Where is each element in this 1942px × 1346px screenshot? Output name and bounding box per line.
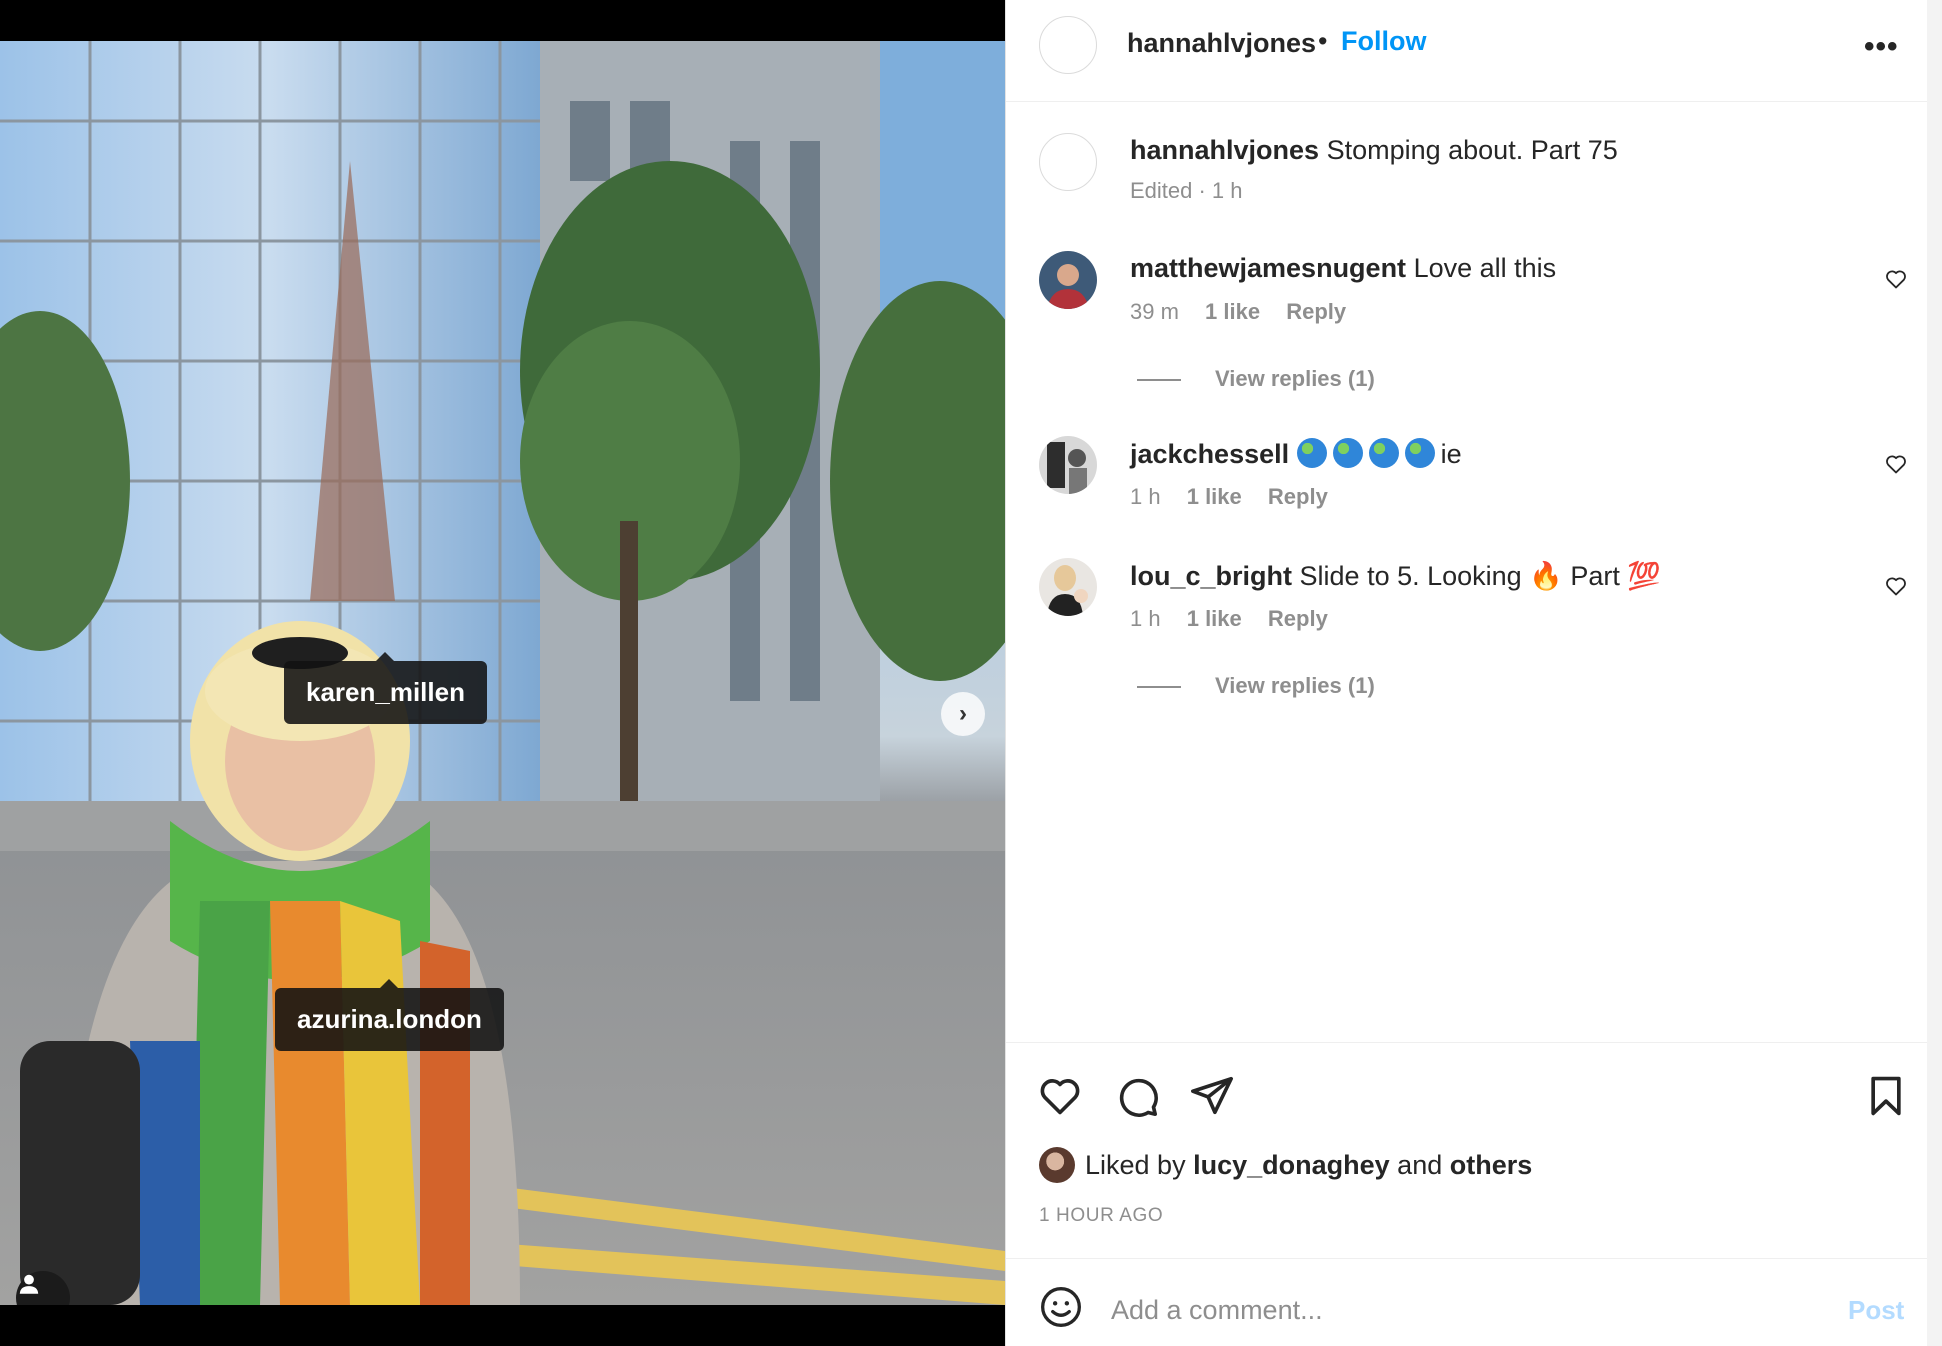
globe-emoji-icon <box>1404 438 1435 468</box>
caption-meta: Edited · 1 h <box>1130 178 1243 203</box>
heart-icon[interactable] <box>1884 452 1908 476</box>
comment-time: 1 h <box>1130 484 1161 509</box>
caption-username[interactable]: hannahlvjones <box>1130 135 1319 165</box>
post-actions: Liked by lucy_donaghey and others 1 HOUR… <box>1006 1042 1928 1258</box>
tag-label: azurina.london <box>297 1004 482 1034</box>
replies-line <box>1137 379 1181 381</box>
comment-meta: 1 h 1 like Reply <box>1130 606 1348 632</box>
commenter-avatar[interactable] <box>1039 251 1097 309</box>
globe-emoji-icon <box>1296 438 1327 468</box>
liker-avatar[interactable] <box>1039 1147 1075 1183</box>
comment-body: Slide to 5. Looking <box>1299 561 1522 591</box>
product-tag-karen-millen[interactable]: karen_millen <box>284 652 487 724</box>
likes-middle: and <box>1397 1149 1443 1180</box>
comment-text: lou_c_bright Slide to 5. Looking 🔥 Part … <box>1130 560 1661 592</box>
commenter-username[interactable]: lou_c_bright <box>1130 561 1292 591</box>
caption-text: hannahlvjones Stomping about. Part 75 <box>1130 135 1618 166</box>
comment-body: ie <box>1440 439 1462 469</box>
view-replies-button[interactable]: View replies (1) <box>1137 673 1375 699</box>
comment-text: jackchessell ie <box>1130 438 1462 470</box>
comment-bubble-icon[interactable] <box>1114 1073 1160 1119</box>
add-comment-bar: Add a comment... Post <box>1006 1258 1928 1346</box>
author-username[interactable]: hannahlvjones <box>1127 28 1316 59</box>
globe-emoji-icon <box>1368 438 1399 468</box>
comment-meta: 1 h 1 like Reply <box>1130 484 1348 510</box>
bookmark-icon[interactable] <box>1864 1073 1908 1119</box>
globe-emoji-icon <box>1332 438 1363 468</box>
heart-icon[interactable] <box>1884 574 1908 598</box>
post-photo[interactable]: karen_millen azurina.london › <box>0 41 1005 1305</box>
commenter-username[interactable]: matthewjamesnugent <box>1130 253 1406 283</box>
caption-body: Stomping about. Part 75 <box>1326 135 1618 165</box>
likes-others-link[interactable]: others <box>1450 1150 1533 1181</box>
hundred-emoji-icon: 💯 <box>1627 561 1662 591</box>
commenter-username[interactable]: jackchessell <box>1130 439 1289 469</box>
post-details-panel: hannahlvjones • Follow ••• hannahlvjones… <box>1005 0 1928 1346</box>
share-paper-plane-icon[interactable] <box>1189 1073 1235 1119</box>
reply-button[interactable]: Reply <box>1268 484 1328 509</box>
comment-text: matthewjamesnugent Love all this <box>1130 253 1556 284</box>
person-icon <box>19 1274 39 1294</box>
liker-username[interactable]: lucy_donaghey <box>1193 1150 1390 1181</box>
emoji-smile-icon[interactable] <box>1039 1285 1083 1329</box>
avatar-photo <box>1039 436 1097 494</box>
comment-time: 1 h <box>1130 606 1161 631</box>
commenter-avatar[interactable] <box>1039 436 1097 494</box>
post-time: 1 HOUR AGO <box>1039 1205 1164 1226</box>
reply-button[interactable]: Reply <box>1268 606 1328 631</box>
window-edge <box>1927 0 1942 1346</box>
avatar-photo <box>1039 558 1097 616</box>
commenter-avatar[interactable] <box>1039 558 1097 616</box>
post-media: karen_millen azurina.london › <box>0 0 1005 1346</box>
heart-icon[interactable] <box>1884 267 1908 291</box>
tag-label: karen_millen <box>306 677 465 707</box>
comment-body-part: Part <box>1570 561 1620 591</box>
tag-pointer <box>376 652 395 661</box>
comment-time: 39 m <box>1130 299 1179 324</box>
more-options-icon[interactable]: ••• <box>1864 30 1899 64</box>
comment-likes[interactable]: 1 like <box>1187 484 1242 509</box>
photo-illustration <box>0 41 1005 1305</box>
comment-body: Love all this <box>1413 253 1557 283</box>
caption-avatar[interactable] <box>1039 133 1097 191</box>
view-replies-label: View replies (1) <box>1215 366 1375 391</box>
product-tag-azurina-london[interactable]: azurina.london <box>275 979 504 1051</box>
comment-likes[interactable]: 1 like <box>1205 299 1260 324</box>
author-avatar[interactable] <box>1039 16 1097 74</box>
likes-summary: Liked by lucy_donaghey and others <box>1039 1147 1532 1183</box>
avatar-photo <box>1039 251 1097 309</box>
follow-button[interactable]: Follow <box>1341 26 1426 57</box>
comment-input[interactable]: Add a comment... <box>1111 1295 1323 1326</box>
tag-pointer <box>380 979 399 988</box>
comment-meta: 39 m 1 like Reply <box>1130 299 1366 325</box>
likes-prefix: Liked by <box>1085 1149 1186 1180</box>
header-separator: • <box>1318 26 1328 56</box>
view-replies-button[interactable]: View replies (1) <box>1137 366 1375 392</box>
post-comment-button[interactable]: Post <box>1848 1295 1904 1326</box>
chevron-right-icon: › <box>959 700 967 727</box>
post-header: hannahlvjones • Follow ••• <box>1006 0 1928 102</box>
next-slide-button[interactable]: › <box>941 692 985 736</box>
like-heart-icon[interactable] <box>1037 1073 1083 1119</box>
reply-button[interactable]: Reply <box>1286 299 1346 324</box>
comment-likes[interactable]: 1 like <box>1187 606 1242 631</box>
replies-line <box>1137 686 1181 688</box>
fire-emoji-icon: 🔥 <box>1529 561 1563 591</box>
view-replies-label: View replies (1) <box>1215 673 1375 698</box>
